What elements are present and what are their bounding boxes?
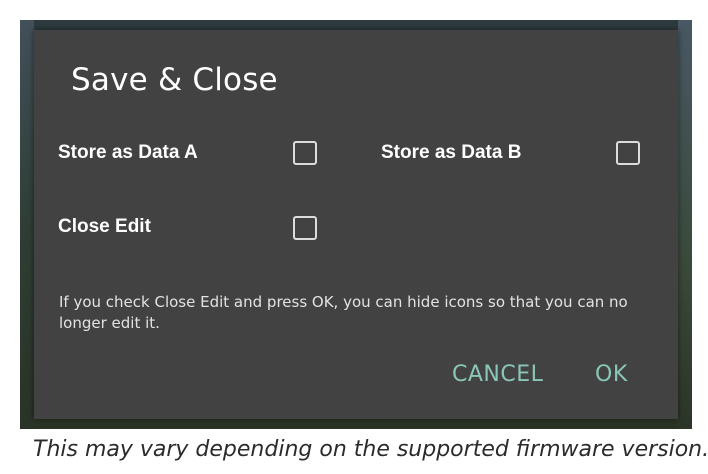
- close-edit-label: Close Edit: [58, 216, 151, 237]
- dialog-description: If you check Close Edit and press OK, yo…: [59, 293, 628, 332]
- ok-button[interactable]: OK: [595, 362, 628, 387]
- close-edit-checkbox[interactable]: [293, 216, 317, 240]
- save-close-dialog: Save & Close Store as Data A Store as Da…: [34, 30, 678, 419]
- firmware-caption: This may vary depending on the supported…: [33, 437, 708, 462]
- store-data-b-checkbox[interactable]: [616, 141, 640, 165]
- cancel-button[interactable]: CANCEL: [452, 362, 543, 387]
- dialog-title: Save & Close: [71, 62, 278, 98]
- store-data-b-label: Store as Data B: [381, 142, 522, 163]
- store-data-a-checkbox[interactable]: [293, 141, 317, 165]
- store-data-a-label: Store as Data A: [58, 142, 198, 163]
